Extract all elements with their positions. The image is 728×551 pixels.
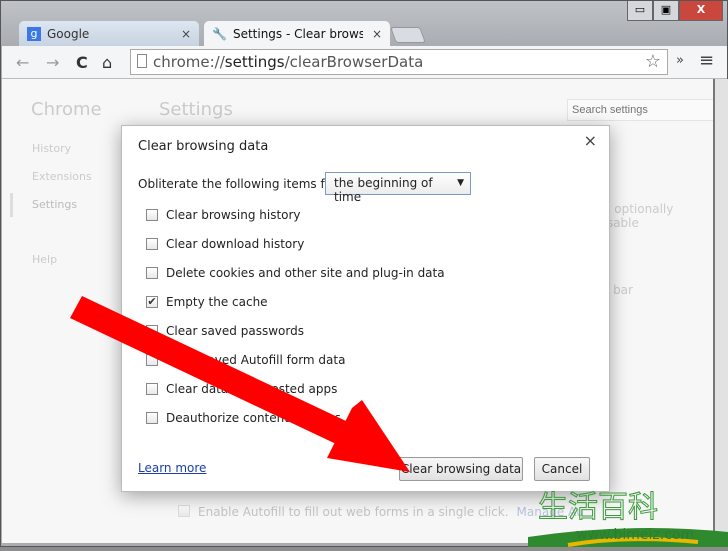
svg-text:www.bimeiz.com: www.bimeiz.com (576, 527, 694, 543)
arrow-head (327, 400, 410, 472)
arrow-shaft (70, 296, 365, 452)
svg-text:生活百科: 生活百科 (538, 490, 658, 525)
watermark-logo: 生活百科 www.bimeiz.com (528, 487, 728, 547)
red-arrow-annotation (70, 296, 410, 472)
